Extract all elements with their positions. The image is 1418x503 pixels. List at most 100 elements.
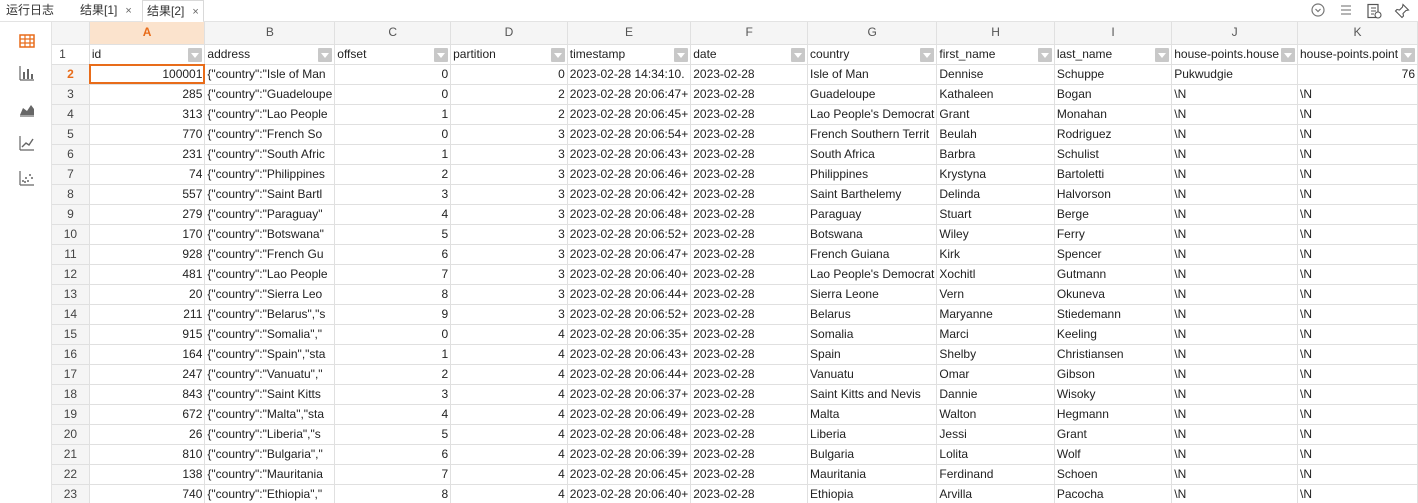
field-header-last-name[interactable]: last_name [1054,44,1173,65]
row-number[interactable]: 3 [52,84,90,105]
cell-id[interactable]: 915 [89,324,206,345]
cell-first-name[interactable]: Arvilla [936,484,1055,503]
cell-timestamp[interactable]: 2023-02-28 20:06:48+ [567,424,692,445]
cell-offset[interactable]: 0 [334,324,452,345]
cell-country[interactable]: Spain [807,344,938,365]
cell-address[interactable]: {"country":"Malta","sta [204,404,336,425]
cell-offset[interactable]: 8 [334,284,452,305]
cell-last-name[interactable]: Ferry [1054,224,1173,245]
cell-first-name[interactable]: Ferdinand [936,464,1055,485]
cell-offset[interactable]: 0 [334,84,452,105]
cell-house[interactable]: \N [1171,244,1298,265]
cell-country[interactable]: Belarus [807,304,938,325]
cell-id[interactable]: 285 [89,84,206,105]
field-header-house-points-point[interactable]: house-points.point [1297,44,1418,65]
area-chart-icon[interactable] [16,98,38,120]
cell-timestamp[interactable]: 2023-02-28 20:06:47+ [567,244,692,265]
cell-country[interactable]: Sierra Leone [807,284,938,305]
cell-house[interactable]: \N [1171,264,1298,285]
cell-country[interactable]: Vanuatu [807,364,938,385]
row-number[interactable]: 15 [52,324,90,345]
cell-country[interactable]: Paraguay [807,204,938,225]
cell-country[interactable]: Somalia [807,324,938,345]
cell-offset[interactable]: 7 [334,464,452,485]
cell-offset[interactable]: 9 [334,304,452,325]
cell-points[interactable]: \N [1297,244,1418,265]
cell-offset[interactable]: 3 [334,184,452,205]
cell-offset[interactable]: 1 [334,144,452,165]
cell-house[interactable]: \N [1171,364,1298,385]
column-header-i[interactable]: I [1054,22,1173,45]
cell-date[interactable]: 2023-02-28 [690,464,809,485]
cell-id[interactable]: 211 [89,304,206,325]
cell-offset[interactable]: 5 [334,424,452,445]
cell-partition[interactable]: 4 [450,384,568,405]
cell-id[interactable]: 928 [89,244,206,265]
cell-id[interactable]: 279 [89,204,206,225]
cell-date[interactable]: 2023-02-28 [690,144,809,165]
field-header-address[interactable]: address [204,44,336,65]
cell-partition[interactable]: 4 [450,484,568,503]
cell-partition[interactable]: 3 [450,144,568,165]
cell-partition[interactable]: 3 [450,184,568,205]
column-header-b[interactable]: B [204,22,336,45]
cell-timestamp[interactable]: 2023-02-28 20:06:42+ [567,184,692,205]
table-icon[interactable] [16,30,38,52]
cell-points[interactable]: \N [1297,384,1418,405]
cell-house[interactable]: \N [1171,384,1298,405]
cell-points[interactable]: \N [1297,464,1418,485]
cell-country[interactable]: Saint Kitts and Nevis [807,384,938,405]
cell-country[interactable]: Guadeloupe [807,84,938,105]
field-header-country[interactable]: country [807,44,938,65]
cell-timestamp[interactable]: 2023-02-28 20:06:45+ [567,104,692,125]
cell-points[interactable]: \N [1297,124,1418,145]
cell-country[interactable]: Botswana [807,224,938,245]
row-number[interactable]: 10 [52,224,90,245]
cell-points[interactable]: \N [1297,224,1418,245]
cell-partition[interactable]: 4 [450,444,568,465]
cell-address[interactable]: {"country":"Philippines [204,164,336,185]
cell-address[interactable]: {"country":"Ethiopia"," [204,484,336,503]
cell-country[interactable]: Isle of Man [807,64,938,85]
row-number[interactable]: 9 [52,204,90,225]
row-number[interactable]: 17 [52,364,90,385]
cell-last-name[interactable]: Pacocha [1054,484,1173,503]
cell-offset[interactable]: 4 [334,404,452,425]
cell-points[interactable]: \N [1297,104,1418,125]
close-icon[interactable]: × [125,5,131,17]
cell-points[interactable]: \N [1297,84,1418,105]
cell-address[interactable]: {"country":"Paraguay" [204,204,336,225]
cell-last-name[interactable]: Halvorson [1054,184,1173,205]
cell-timestamp[interactable]: 2023-02-28 20:06:44+ [567,364,692,385]
cell-offset[interactable]: 1 [334,104,452,125]
cell-first-name[interactable]: Beulah [936,124,1055,145]
cell-first-name[interactable]: Krystyna [936,164,1055,185]
cell-house[interactable]: \N [1171,444,1298,465]
cell-first-name[interactable]: Barbra [936,144,1055,165]
cell-partition[interactable]: 0 [450,64,568,85]
cell-first-name[interactable]: Marci [936,324,1055,345]
cell-partition[interactable]: 2 [450,104,568,125]
filter-dropdown-icon[interactable] [791,47,806,62]
field-header-house-points-house[interactable]: house-points.house [1171,44,1298,65]
cell-first-name[interactable]: Xochitl [936,264,1055,285]
column-header-g[interactable]: G [807,22,938,45]
row-number[interactable]: 21 [52,444,90,465]
cell-timestamp[interactable]: 2023-02-28 20:06:49+ [567,404,692,425]
cell-timestamp[interactable]: 2023-02-28 20:06:54+ [567,124,692,145]
field-header-date[interactable]: date [690,44,809,65]
cell-offset[interactable]: 6 [334,244,452,265]
row-number[interactable]: 16 [52,344,90,365]
cell-address[interactable]: {"country":"Sierra Leo [204,284,336,305]
cell-timestamp[interactable]: 2023-02-28 20:06:43+ [567,144,692,165]
cell-id[interactable]: 313 [89,104,206,125]
cell-address[interactable]: {"country":"Botswana" [204,224,336,245]
cell-first-name[interactable]: Kathaleen [936,84,1055,105]
cell-points[interactable]: \N [1297,424,1418,445]
cell-house[interactable]: \N [1171,204,1298,225]
row-number[interactable]: 14 [52,304,90,325]
cell-partition[interactable]: 3 [450,244,568,265]
cell-timestamp[interactable]: 2023-02-28 20:06:47+ [567,84,692,105]
filter-dropdown-icon[interactable] [1401,47,1415,62]
cell-points[interactable]: \N [1297,344,1418,365]
